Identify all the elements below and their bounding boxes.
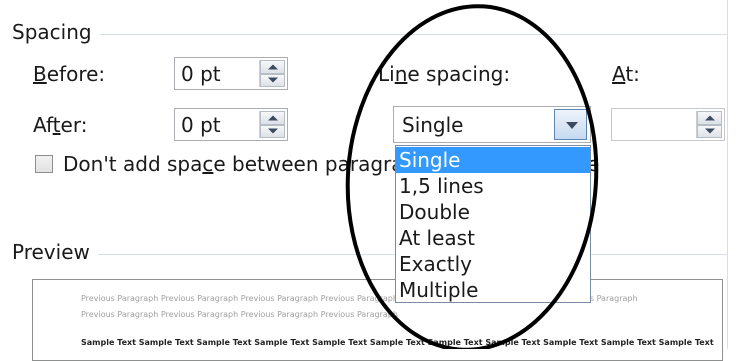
- dropdown-option-1-5-lines[interactable]: 1,5 lines: [396, 173, 590, 199]
- after-down-button[interactable]: [260, 124, 285, 138]
- before-accel: B: [33, 62, 47, 86]
- arrow-down-icon: [704, 128, 715, 134]
- at-down-button[interactable]: [697, 124, 722, 138]
- checkbox-label-rest: e between paragra: [213, 152, 404, 176]
- after-label: After:: [33, 113, 87, 137]
- at-label-rest: t:: [625, 62, 640, 86]
- before-spin-buttons: [259, 60, 285, 87]
- dont-add-space-label[interactable]: Don't add space between paragra: [63, 152, 404, 176]
- line-spacing-rest: e spacing:: [407, 62, 511, 86]
- at-spin-buttons: [696, 111, 722, 138]
- chevron-down-icon: [566, 122, 578, 129]
- preview-sample-line: Sample Text Sample Text Sample Text Samp…: [81, 338, 714, 347]
- before-label-rest: efore:: [46, 62, 106, 86]
- after-up-button[interactable]: [260, 111, 285, 125]
- at-spinner[interactable]: [611, 108, 725, 141]
- line-spacing-dropdown-list: Single 1,5 lines Double At least Exactly…: [395, 145, 591, 303]
- checkbox-accel: c: [202, 152, 214, 176]
- line-spacing-combo[interactable]: Single: [393, 106, 591, 143]
- preview-previous-line-2: Previous Paragraph Previous Paragraph Pr…: [81, 310, 398, 319]
- before-up-button[interactable]: [260, 60, 285, 74]
- after-label-rest: er:: [60, 113, 88, 137]
- arrow-up-icon: [267, 115, 278, 121]
- spacing-divider: [12, 34, 727, 35]
- right-border: [727, 0, 728, 349]
- at-label: At:: [612, 62, 640, 86]
- after-spinner[interactable]: 0 pt: [174, 108, 288, 141]
- after-label-pre: Af: [33, 113, 53, 137]
- dropdown-option-single[interactable]: Single: [396, 147, 590, 173]
- before-down-button[interactable]: [260, 73, 285, 87]
- after-value[interactable]: 0 pt: [181, 113, 221, 137]
- after-spin-buttons: [259, 111, 285, 138]
- arrow-down-icon: [267, 128, 278, 134]
- at-accel: A: [612, 62, 626, 86]
- spacing-section-title: Spacing: [12, 20, 100, 44]
- after-accel: t: [52, 113, 61, 137]
- before-value[interactable]: 0 pt: [181, 62, 221, 86]
- dont-add-space-checkbox[interactable]: [35, 155, 53, 173]
- dropdown-option-double[interactable]: Double: [396, 199, 590, 225]
- before-label: Before:: [33, 62, 105, 86]
- line-spacing-value[interactable]: Single: [402, 113, 463, 137]
- dropdown-option-at-least[interactable]: At least: [396, 225, 590, 251]
- dropdown-option-exactly[interactable]: Exactly: [396, 251, 590, 277]
- line-spacing-dropdown-button[interactable]: [554, 109, 587, 140]
- at-up-button[interactable]: [697, 111, 722, 125]
- before-spinner[interactable]: 0 pt: [174, 57, 288, 90]
- arrow-up-icon: [704, 115, 715, 121]
- line-spacing-accel: n: [394, 62, 408, 86]
- arrow-up-icon: [267, 64, 278, 70]
- preview-divider: [12, 254, 727, 255]
- arrow-down-icon: [267, 77, 278, 83]
- line-spacing-pre: Li: [378, 62, 395, 86]
- preview-section-title: Preview: [12, 240, 98, 264]
- checkbox-label-pre: Don't add spa: [63, 152, 203, 176]
- dropdown-option-multiple[interactable]: Multiple: [396, 277, 590, 303]
- line-spacing-label: Line spacing:: [378, 62, 510, 86]
